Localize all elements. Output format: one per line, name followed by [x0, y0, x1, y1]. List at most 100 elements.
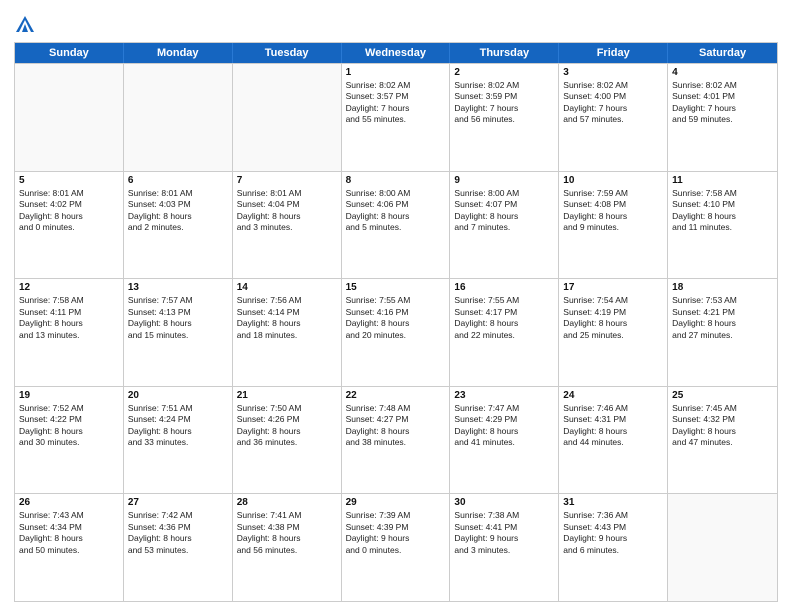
day-cell-23: 23 Sunrise: 7:47 AM Sunset: 4:29 PM Dayli… [450, 387, 559, 494]
weekday-header-tuesday: Tuesday [233, 43, 342, 63]
day-number: 8 [346, 175, 446, 186]
day-number: 23 [454, 390, 554, 401]
cell-text: Sunrise: 7:36 AM Sunset: 4:43 PM Dayligh… [563, 510, 663, 556]
cell-text: Sunrise: 7:47 AM Sunset: 4:29 PM Dayligh… [454, 403, 554, 449]
day-number: 31 [563, 497, 663, 508]
cell-text: Sunrise: 7:52 AM Sunset: 4:22 PM Dayligh… [19, 403, 119, 449]
day-number: 27 [128, 497, 228, 508]
calendar-header: SundayMondayTuesdayWednesdayThursdayFrid… [15, 43, 777, 63]
day-number: 3 [563, 67, 663, 78]
day-cell-21: 21 Sunrise: 7:50 AM Sunset: 4:26 PM Dayli… [233, 387, 342, 494]
week-row-1: 5 Sunrise: 8:01 AM Sunset: 4:02 PM Daylig… [15, 171, 777, 279]
day-number: 1 [346, 67, 446, 78]
day-cell-15: 15 Sunrise: 7:55 AM Sunset: 4:16 PM Dayli… [342, 279, 451, 386]
empty-cell [233, 64, 342, 171]
cell-text: Sunrise: 8:02 AM Sunset: 3:59 PM Dayligh… [454, 80, 554, 126]
week-row-4: 26Sunrise: 7:43 AM Sunset: 4:34 PM Dayli… [15, 493, 777, 601]
logo-icon [14, 14, 36, 36]
day-number: 25 [672, 390, 773, 401]
cell-text: Sunrise: 7:42 AM Sunset: 4:36 PM Dayligh… [128, 510, 228, 556]
day-number: 12 [19, 282, 119, 293]
cell-text: Sunrise: 7:54 AM Sunset: 4:19 PM Dayligh… [563, 295, 663, 341]
day-number: 26 [19, 497, 119, 508]
header [14, 10, 778, 36]
day-number: 9 [454, 175, 554, 186]
day-number: 17 [563, 282, 663, 293]
cell-text: Sunrise: 7:53 AM Sunset: 4:21 PM Dayligh… [672, 295, 773, 341]
day-cell-7: 7 Sunrise: 8:01 AM Sunset: 4:04 PM Daylig… [233, 172, 342, 279]
day-cell-25: 25 Sunrise: 7:45 AM Sunset: 4:32 PM Dayli… [668, 387, 777, 494]
day-number: 19 [19, 390, 119, 401]
day-number: 10 [563, 175, 663, 186]
day-cell-18: 18 Sunrise: 7:53 AM Sunset: 4:21 PM Dayli… [668, 279, 777, 386]
day-number: 5 [19, 175, 119, 186]
cell-text: Sunrise: 7:58 AM Sunset: 4:10 PM Dayligh… [672, 188, 773, 234]
day-cell-19: 19 Sunrise: 7:52 AM Sunset: 4:22 PM Dayli… [15, 387, 124, 494]
cell-text: Sunrise: 7:50 AM Sunset: 4:26 PM Dayligh… [237, 403, 337, 449]
empty-cell [668, 494, 777, 601]
empty-cell [15, 64, 124, 171]
day-number: 16 [454, 282, 554, 293]
week-row-2: 12 Sunrise: 7:58 AM Sunset: 4:11 PM Dayli… [15, 278, 777, 386]
cell-text: Sunrise: 8:01 AM Sunset: 4:04 PM Dayligh… [237, 188, 337, 234]
logo [14, 14, 38, 36]
day-cell-10: 10 Sunrise: 7:59 AM Sunset: 4:08 PM Dayli… [559, 172, 668, 279]
day-number: 11 [672, 175, 773, 186]
cell-text: Sunrise: 8:01 AM Sunset: 4:02 PM Dayligh… [19, 188, 119, 234]
day-number: 24 [563, 390, 663, 401]
empty-cell [124, 64, 233, 171]
day-cell-3: 3 Sunrise: 8:02 AM Sunset: 4:00 PM Daylig… [559, 64, 668, 171]
weekday-header-sunday: Sunday [15, 43, 124, 63]
day-number: 15 [346, 282, 446, 293]
day-number: 13 [128, 282, 228, 293]
day-cell-27: 27 Sunrise: 7:42 AM Sunset: 4:36 PM Dayli… [124, 494, 233, 601]
cell-text: Sunrise: 7:59 AM Sunset: 4:08 PM Dayligh… [563, 188, 663, 234]
day-cell-8: 8Sunrise: 8:00 AM Sunset: 4:06 PM Daylig… [342, 172, 451, 279]
day-cell-6: 6Sunrise: 8:01 AM Sunset: 4:03 PM Daylig… [124, 172, 233, 279]
cell-text: Sunrise: 8:00 AM Sunset: 4:07 PM Dayligh… [454, 188, 554, 234]
cell-text: Sunrise: 7:57 AM Sunset: 4:13 PM Dayligh… [128, 295, 228, 341]
day-number: 22 [346, 390, 446, 401]
day-number: 29 [346, 497, 446, 508]
weekday-header-saturday: Saturday [668, 43, 777, 63]
day-cell-29: 29 Sunrise: 7:39 AM Sunset: 4:39 PM Dayli… [342, 494, 451, 601]
weekday-header-wednesday: Wednesday [342, 43, 451, 63]
cell-text: Sunrise: 8:02 AM Sunset: 4:00 PM Dayligh… [563, 80, 663, 126]
day-cell-1: 1 Sunrise: 8:02 AM Sunset: 3:57 PM Daylig… [342, 64, 451, 171]
cell-text: Sunrise: 7:41 AM Sunset: 4:38 PM Dayligh… [237, 510, 337, 556]
day-cell-14: 14 Sunrise: 7:56 AM Sunset: 4:14 PM Dayli… [233, 279, 342, 386]
day-cell-12: 12 Sunrise: 7:58 AM Sunset: 4:11 PM Dayli… [15, 279, 124, 386]
day-number: 7 [237, 175, 337, 186]
day-number: 30 [454, 497, 554, 508]
cell-text: Sunrise: 7:48 AM Sunset: 4:27 PM Dayligh… [346, 403, 446, 449]
weekday-header-thursday: Thursday [450, 43, 559, 63]
day-number: 20 [128, 390, 228, 401]
day-cell-11: 11 Sunrise: 7:58 AM Sunset: 4:10 PM Dayli… [668, 172, 777, 279]
cell-text: Sunrise: 7:39 AM Sunset: 4:39 PM Dayligh… [346, 510, 446, 556]
weekday-header-monday: Monday [124, 43, 233, 63]
cell-text: Sunrise: 7:56 AM Sunset: 4:14 PM Dayligh… [237, 295, 337, 341]
calendar-body: 1 Sunrise: 8:02 AM Sunset: 3:57 PM Daylig… [15, 63, 777, 601]
day-cell-4: 4Sunrise: 8:02 AM Sunset: 4:01 PM Daylig… [668, 64, 777, 171]
day-cell-16: 16Sunrise: 7:55 AM Sunset: 4:17 PM Dayli… [450, 279, 559, 386]
day-cell-5: 5 Sunrise: 8:01 AM Sunset: 4:02 PM Daylig… [15, 172, 124, 279]
day-number: 18 [672, 282, 773, 293]
day-number: 14 [237, 282, 337, 293]
day-cell-30: 30 Sunrise: 7:38 AM Sunset: 4:41 PM Dayli… [450, 494, 559, 601]
day-number: 2 [454, 67, 554, 78]
cell-text: Sunrise: 7:38 AM Sunset: 4:41 PM Dayligh… [454, 510, 554, 556]
cell-text: Sunrise: 8:02 AM Sunset: 3:57 PM Dayligh… [346, 80, 446, 126]
cell-text: Sunrise: 7:58 AM Sunset: 4:11 PM Dayligh… [19, 295, 119, 341]
cell-text: Sunrise: 7:55 AM Sunset: 4:16 PM Dayligh… [346, 295, 446, 341]
day-cell-9: 9 Sunrise: 8:00 AM Sunset: 4:07 PM Daylig… [450, 172, 559, 279]
week-row-3: 19 Sunrise: 7:52 AM Sunset: 4:22 PM Dayli… [15, 386, 777, 494]
cell-text: Sunrise: 7:45 AM Sunset: 4:32 PM Dayligh… [672, 403, 773, 449]
day-cell-28: 28 Sunrise: 7:41 AM Sunset: 4:38 PM Dayli… [233, 494, 342, 601]
day-cell-13: 13 Sunrise: 7:57 AM Sunset: 4:13 PM Dayli… [124, 279, 233, 386]
day-cell-20: 20Sunrise: 7:51 AM Sunset: 4:24 PM Dayli… [124, 387, 233, 494]
week-row-0: 1 Sunrise: 8:02 AM Sunset: 3:57 PM Daylig… [15, 63, 777, 171]
day-number: 21 [237, 390, 337, 401]
day-number: 6 [128, 175, 228, 186]
day-cell-22: 22 Sunrise: 7:48 AM Sunset: 4:27 PM Dayli… [342, 387, 451, 494]
day-number: 28 [237, 497, 337, 508]
